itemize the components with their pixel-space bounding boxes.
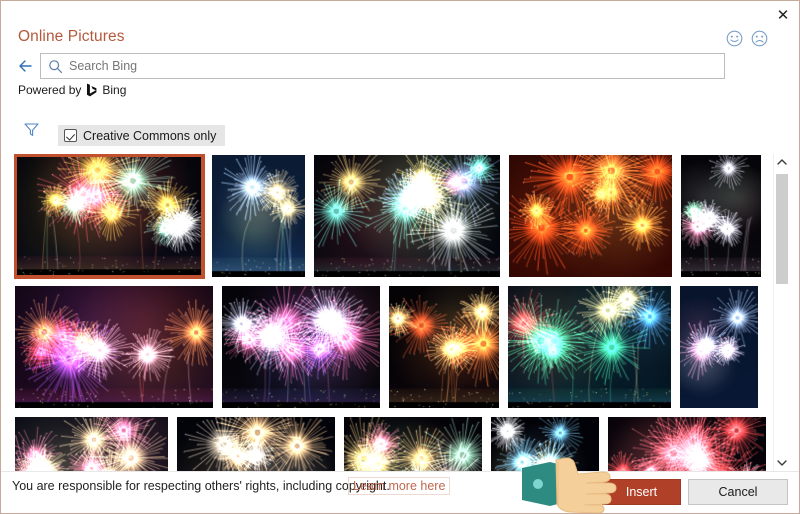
thumbnail-fireworks-pink-palm-blue-sky[interactable] [679, 285, 759, 409]
image-results-grid [14, 154, 769, 471]
powered-by-label: Powered by [18, 83, 82, 97]
thumbnail-row [14, 154, 769, 279]
thumbnail-fireworks-blue-purple-wide[interactable] [221, 285, 381, 409]
results-scrollbar[interactable] [773, 154, 789, 471]
thumbnail-fireworks-city-crowd-lasers[interactable] [14, 285, 214, 409]
creative-commons-checkbox[interactable] [64, 129, 77, 142]
thumbnail-fireworks-pink-silver-tall[interactable] [680, 154, 762, 278]
page-title: Online Pictures [18, 28, 125, 45]
cancel-button[interactable]: Cancel [688, 479, 788, 505]
thumbnail-fireworks-waterfront-multicolor[interactable] [313, 154, 501, 278]
powered-by-bing: Powered by Bing [18, 83, 126, 97]
bing-label: Bing [102, 83, 127, 97]
insert-button[interactable]: Insert [602, 479, 681, 505]
search-input[interactable] [69, 54, 719, 78]
search-box[interactable] [40, 53, 725, 79]
thumbnail-fireworks-white-silver-burst[interactable] [176, 416, 336, 471]
creative-commons-label: Creative Commons only [83, 128, 217, 143]
chevron-down-icon[interactable] [774, 455, 790, 471]
dialog-titlebar: Online Pictures ✕ [1, 1, 799, 53]
search-icon [48, 59, 63, 74]
thumbnail-fireworks-gold-pink-cluster[interactable] [343, 416, 483, 471]
funnel-icon[interactable] [23, 121, 40, 138]
thumbnail-row [14, 416, 769, 471]
bing-logo-icon [86, 83, 97, 97]
back-arrow-icon[interactable] [15, 55, 37, 77]
thumbnail-fireworks-harbor-green-red[interactable] [507, 285, 672, 409]
smiley-sad-icon[interactable] [751, 30, 768, 47]
learn-more-link[interactable]: Learn more here [348, 477, 451, 495]
thumbnail-fireworks-orange-tall-water[interactable] [388, 285, 500, 409]
scrollbar-thumb[interactable] [776, 174, 788, 284]
thumbnail-fireworks-blue-gold-spray[interactable] [490, 416, 600, 471]
thumbnail-fireworks-single-green-night[interactable] [211, 154, 306, 278]
smiley-happy-icon[interactable] [726, 30, 743, 47]
chevron-up-icon[interactable] [774, 154, 790, 170]
online-pictures-dialog: Online Pictures ✕ Search Bing Powered by… [0, 0, 800, 514]
thumbnail-fireworks-red-glow[interactable] [508, 154, 673, 278]
thumbnail-fireworks-festival-colorful[interactable] [14, 154, 205, 279]
thumbnail-fireworks-bokeh-pink-gold[interactable] [14, 416, 169, 471]
thumbnail-fireworks-red-pink-cluster[interactable] [607, 416, 767, 471]
close-icon[interactable]: ✕ [772, 6, 794, 26]
copyright-notice: You are responsible for respecting other… [12, 479, 390, 493]
thumbnail-row [14, 285, 769, 409]
creative-commons-filter[interactable]: Creative Commons only [58, 125, 226, 146]
